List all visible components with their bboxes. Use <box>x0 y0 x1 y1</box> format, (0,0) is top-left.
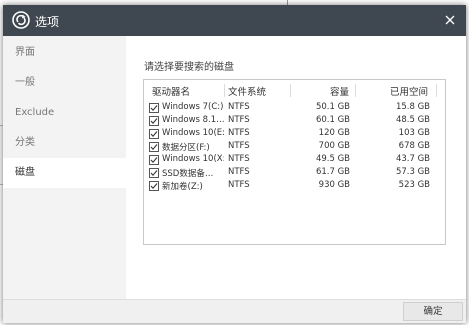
column-divider[interactable] <box>224 84 225 97</box>
disk-row[interactable]: 新加卷(Z:) NTFS 930 GB 523 GB <box>144 180 445 193</box>
disk-checkbox[interactable] <box>149 116 159 126</box>
disk-row[interactable]: Windows 10(E:) NTFS 120 GB 103 GB <box>144 128 445 141</box>
disk-list: 驱动器名 文件系统 容量 已用空间 Windows 7(C:) NTFS 50.… <box>143 79 446 245</box>
sidebar: 界面 一般 Exclude 分类 磁盘 <box>3 36 126 299</box>
capacity: 60.1 GB <box>315 115 350 125</box>
title-bar: 选项 <box>3 5 466 36</box>
used-space: 103 GB <box>398 128 430 138</box>
capacity: 61.7 GB <box>315 167 350 177</box>
disk-list-header: 驱动器名 文件系统 容量 已用空间 <box>144 80 445 100</box>
drive-name: Windows 10(E:) <box>162 128 224 138</box>
sidebar-item-interface[interactable]: 界面 <box>3 38 126 68</box>
disk-row[interactable]: Windows 7(C:) NTFS 50.1 GB 15.8 GB <box>144 102 445 115</box>
disk-row[interactable]: 数据分区(F:) NTFS 700 GB 678 GB <box>144 141 445 154</box>
capacity: 50.1 GB <box>315 102 350 112</box>
file-system: NTFS <box>228 128 250 138</box>
drive-name: Windows 10(X:) <box>162 154 224 164</box>
refresh-circle-icon <box>11 10 31 30</box>
capacity: 49.5 GB <box>315 154 350 164</box>
column-header-file-system[interactable]: 文件系统 <box>228 84 266 98</box>
disk-checkbox[interactable] <box>149 142 159 152</box>
drive-name: 数据分区(F:) <box>162 143 210 153</box>
column-divider[interactable] <box>355 84 356 97</box>
used-space: 48.5 GB <box>395 115 430 125</box>
used-space: 57.3 GB <box>395 167 430 177</box>
used-space: 43.7 GB <box>395 154 430 164</box>
window-title: 选项 <box>35 15 60 29</box>
column-header-drive-name[interactable]: 驱动器名 <box>152 84 190 98</box>
dialog-footer: 确定 <box>3 299 466 323</box>
sidebar-item-general[interactable]: 一般 <box>3 68 126 98</box>
column-divider[interactable] <box>436 84 437 97</box>
file-system: NTFS <box>228 141 250 151</box>
disk-select-prompt: 请选择要搜索的磁盘 <box>144 62 234 73</box>
sidebar-item-disk[interactable]: 磁盘 <box>3 158 126 188</box>
file-system: NTFS <box>228 180 250 190</box>
drive-name: 新加卷(Z:) <box>162 182 203 192</box>
column-header-capacity[interactable]: 容量 <box>330 84 349 98</box>
sidebar-item-exclude[interactable]: Exclude <box>3 98 126 128</box>
disk-settings-panel: 请选择要搜索的磁盘 驱动器名 文件系统 容量 已用空间 Windows 7(C:… <box>126 36 466 299</box>
disk-checkbox[interactable] <box>149 168 159 178</box>
disk-checkbox[interactable] <box>149 181 159 191</box>
ok-button[interactable]: 确定 <box>403 302 463 321</box>
disk-checkbox[interactable] <box>149 103 159 113</box>
disk-checkbox[interactable] <box>149 129 159 139</box>
drive-name: SSD数据备… <box>162 169 214 179</box>
column-header-used-space[interactable]: 已用空间 <box>390 84 428 98</box>
capacity: 700 GB <box>318 141 350 151</box>
used-space: 678 GB <box>398 141 430 151</box>
options-dialog: 选项 界面 一般 Exclude 分类 磁盘 请选择要搜索的磁盘 驱动器名 文件… <box>3 5 466 323</box>
sidebar-item-category[interactable]: 分类 <box>3 128 126 158</box>
file-system: NTFS <box>228 115 250 125</box>
file-system: NTFS <box>228 154 250 164</box>
disk-row[interactable]: SSD数据备… NTFS 61.7 GB 57.3 GB <box>144 167 445 180</box>
disk-checkbox[interactable] <box>149 155 159 165</box>
capacity: 120 GB <box>318 128 350 138</box>
drive-name: Windows 8.1… <box>162 115 224 125</box>
disk-row[interactable]: Windows 8.1… NTFS 60.1 GB 48.5 GB <box>144 115 445 128</box>
drive-name: Windows 7(C:) <box>162 102 224 112</box>
file-system: NTFS <box>228 167 250 177</box>
close-icon[interactable] <box>440 10 460 30</box>
disk-row[interactable]: Windows 10(X:) NTFS 49.5 GB 43.7 GB <box>144 154 445 167</box>
column-divider[interactable] <box>290 84 291 97</box>
used-space: 15.8 GB <box>395 102 430 112</box>
used-space: 523 GB <box>398 180 430 190</box>
capacity: 930 GB <box>318 180 350 190</box>
file-system: NTFS <box>228 102 250 112</box>
